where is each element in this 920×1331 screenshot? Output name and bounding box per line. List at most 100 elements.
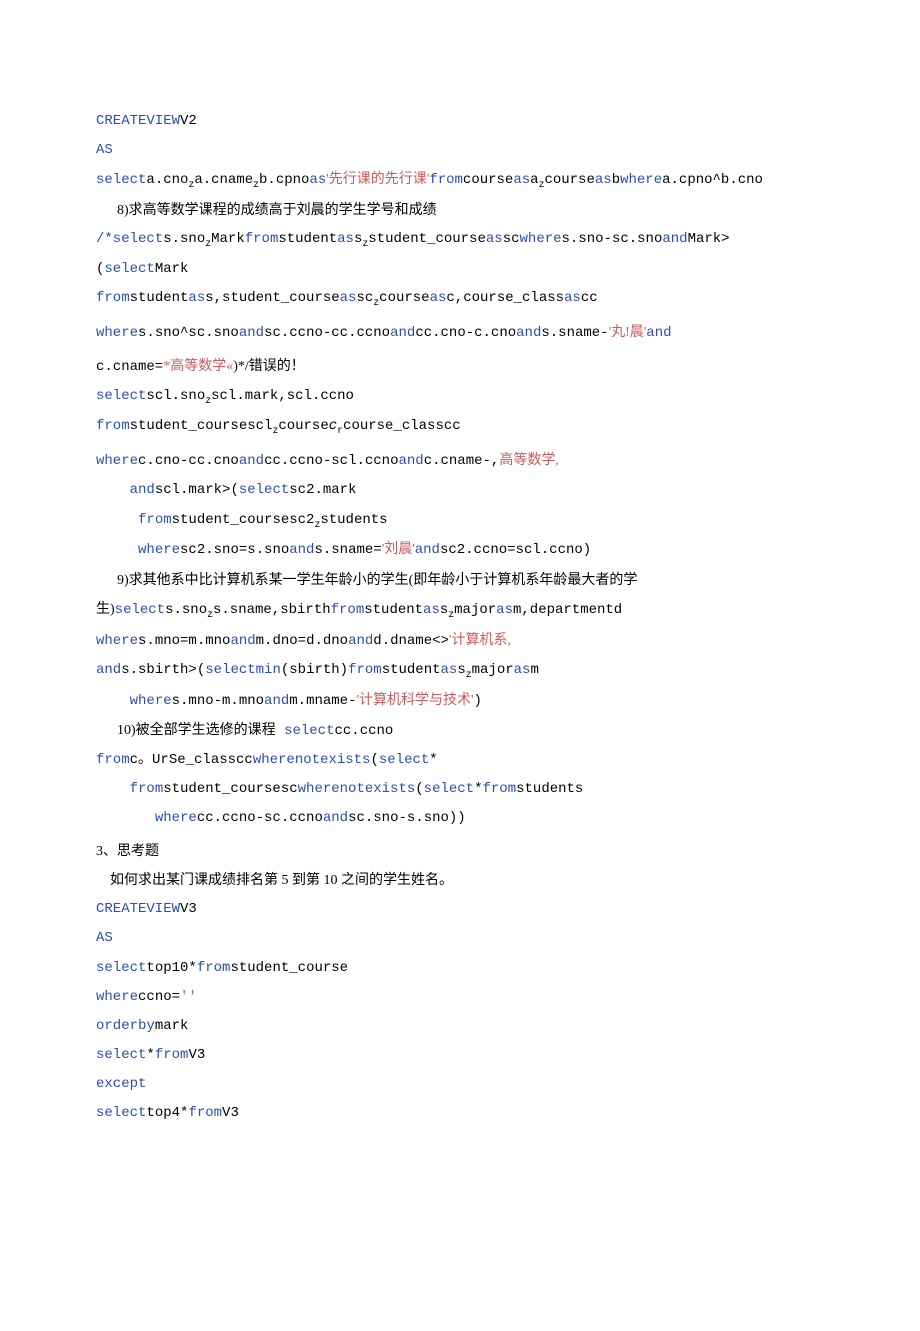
keyword: from: [96, 418, 130, 434]
text: s.sname-: [541, 325, 608, 341]
text: m: [530, 662, 538, 678]
keyword: and: [415, 542, 440, 558]
text: major: [454, 602, 496, 618]
keyword: from: [245, 231, 279, 247]
text: a: [530, 172, 538, 188]
keyword: as: [430, 290, 447, 306]
text: s: [457, 662, 465, 678]
keyword: where: [96, 989, 138, 1005]
prompt-line: 如何求出某门课成绩排名第 5 到第 10 之间的学生姓名。: [96, 869, 824, 892]
code-line: fromstudent_coursesc2zstudents: [96, 509, 824, 533]
string: '计算机系,: [449, 633, 511, 648]
keyword: as: [188, 290, 205, 306]
text: student: [382, 662, 441, 678]
text: c.cname-,: [424, 453, 500, 469]
keyword: select: [96, 388, 146, 404]
text: ): [474, 693, 482, 709]
text: course: [278, 418, 328, 434]
text: s.sno: [165, 602, 207, 618]
text: student_coursesc: [163, 781, 297, 797]
keyword: as: [441, 662, 458, 678]
text: top4*: [146, 1105, 188, 1121]
text: s.sname,sbirth: [213, 602, 331, 618]
keyword: and: [239, 453, 264, 469]
keyword: AS: [96, 930, 113, 946]
text: cc.ccno: [335, 723, 394, 739]
string: '先行课的先行课': [326, 172, 429, 187]
code-line: wheres.sno^sc.snoandsc.ccno-cc.ccnoandcc…: [96, 321, 824, 345]
code-line: /*selects.snozMarkfromstudentasszstudent…: [96, 228, 824, 252]
text: s.sbirth>(: [121, 662, 205, 678]
code-line: wheres.mno-m.mnoandm.mname-'计算机科学与技术'): [96, 689, 824, 713]
keyword: select: [96, 960, 146, 976]
keyword: wherenotexists: [298, 781, 416, 797]
text: course: [544, 172, 594, 188]
keyword: and: [230, 633, 255, 649]
code-line: selectscl.snozscl.mark,scl.ccno: [96, 385, 824, 409]
text: (: [415, 781, 423, 797]
keyword: select: [239, 482, 289, 498]
text: Mark>: [688, 231, 730, 247]
text: V2: [180, 113, 197, 129]
code-line: orderbymark: [96, 1015, 824, 1038]
text: sc.sno-s.sno)): [348, 810, 466, 826]
keyword: and: [289, 542, 314, 558]
text: m.dno=d.dno: [256, 633, 348, 649]
text: sc: [356, 290, 373, 306]
text: *: [474, 781, 482, 797]
keyword: where: [138, 542, 180, 558]
text: course: [463, 172, 513, 188]
text: V3: [188, 1047, 205, 1063]
keyword: orderby: [96, 1018, 155, 1034]
string: '刘晨': [382, 542, 415, 557]
code-line: (selectMark: [96, 258, 824, 281]
keyword: from: [483, 781, 517, 797]
text: sc2.mark: [289, 482, 356, 498]
keyword: as: [513, 172, 530, 188]
keyword: and: [264, 693, 289, 709]
text: student_course: [368, 231, 486, 247]
text: a.cno: [146, 172, 188, 188]
text: s.sno^sc.sno: [138, 325, 239, 341]
code-line: wheresc2.sno=s.snoands.sname='刘晨'andsc2.…: [96, 538, 824, 562]
keyword: CREATEVIEW: [96, 113, 180, 129]
text: a.cpno^b.cno: [662, 172, 763, 188]
keyword: from: [130, 781, 164, 797]
keyword: and: [390, 325, 415, 341]
code-line: fromstudent_coursesclzcoursecrcourse_cla…: [96, 415, 824, 439]
text: s.sname=: [314, 542, 381, 558]
keyword: as: [514, 662, 531, 678]
keyword: from: [348, 662, 382, 678]
keyword: where: [96, 633, 138, 649]
text: course: [379, 290, 429, 306]
string: '丸!晨': [609, 325, 647, 340]
text: m,departmentd: [513, 602, 622, 618]
code-line: 生)selects.snozs.sname,sbirthfromstudenta…: [96, 598, 824, 623]
text: sc.ccno-cc.ccno: [264, 325, 390, 341]
keyword: where: [96, 453, 138, 469]
text: scl.mark,scl.ccno: [211, 388, 354, 404]
prompt-line: 8)求高等数学课程的成绩高于刘晨的学生学号和成绩: [96, 199, 824, 222]
keyword: from: [96, 752, 130, 768]
text: c: [329, 418, 337, 434]
keyword: and: [239, 325, 264, 341]
keyword: selectmin: [205, 662, 281, 678]
keyword: as: [309, 172, 326, 188]
text: (: [370, 752, 378, 768]
code-line: wherec.cno-cc.cnoandcc.ccno-scl.ccnoandc…: [96, 449, 824, 473]
code-line: except: [96, 1073, 824, 1096]
keyword: from: [331, 602, 365, 618]
code-line: selecta.cnoza.cnamezb.cpnoas'先行课的先行课'fro…: [96, 168, 824, 193]
keyword: and: [516, 325, 541, 341]
keyword: and: [646, 325, 671, 341]
keyword: from: [197, 960, 231, 976]
text: sc2.sno=s.sno: [180, 542, 289, 558]
keyword: select: [115, 602, 165, 618]
text: m.mname-: [289, 693, 356, 709]
keyword: from: [429, 172, 463, 188]
code-line: AS: [96, 139, 824, 162]
keyword: except: [96, 1076, 146, 1092]
text: cc: [581, 290, 598, 306]
text: student_coursescl: [130, 418, 273, 434]
keyword: as: [423, 602, 440, 618]
